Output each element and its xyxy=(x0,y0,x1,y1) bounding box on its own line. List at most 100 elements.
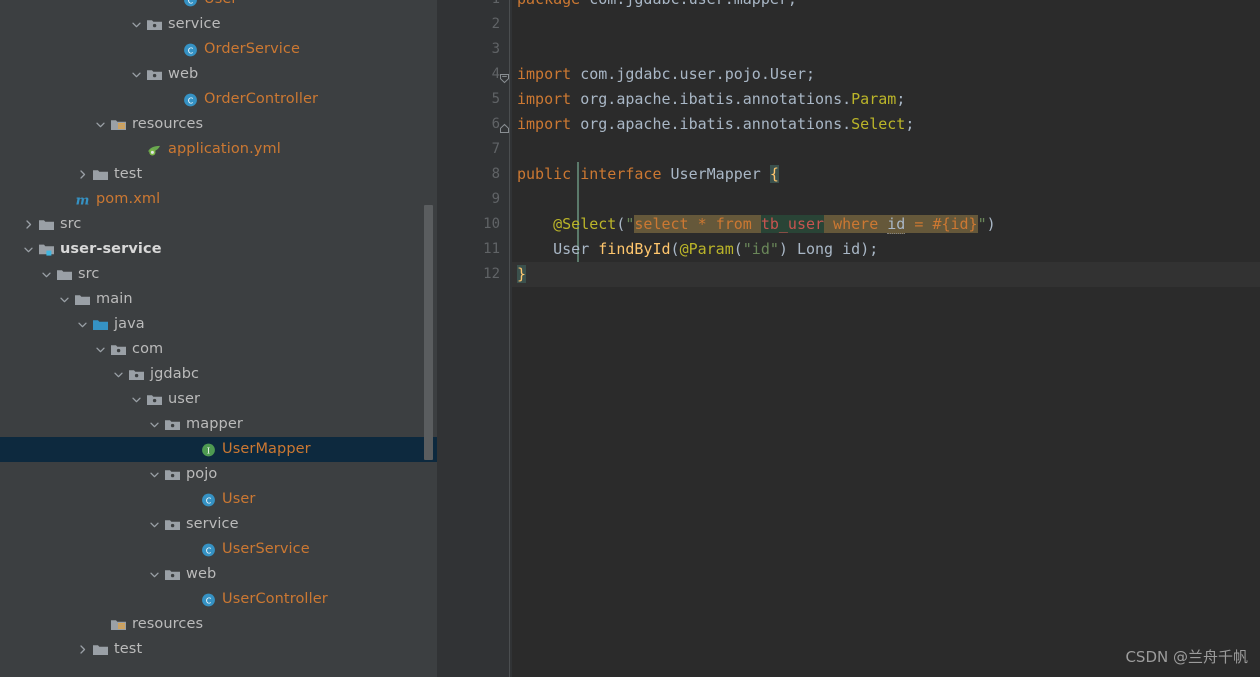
code-line-1[interactable]: package com.jgdabc.user.mapper; xyxy=(512,0,1260,12)
chevron-down-icon[interactable] xyxy=(94,343,107,356)
svg-text:m: m xyxy=(76,193,90,208)
package-icon xyxy=(146,392,163,408)
tree-node-label: UserService xyxy=(222,541,310,557)
token-keyword: import xyxy=(517,115,572,133)
tree-node-pojo[interactable]: pojo xyxy=(0,462,437,487)
project-tool-window[interactable]: C User service C OrderService web C OrderContro… xyxy=(0,0,437,677)
tree-node-label: web xyxy=(186,566,217,582)
tree-node-usercontroller[interactable]: C UserController xyxy=(0,587,437,612)
sql-column-id: id xyxy=(887,215,906,234)
chevron-down-icon[interactable] xyxy=(148,518,161,531)
tree-node-label: web xyxy=(168,66,199,82)
tree-node-resources[interactable]: resources xyxy=(0,112,437,137)
token-type-name: UserMapper xyxy=(670,165,761,183)
tree-node-user[interactable]: C User xyxy=(0,0,437,12)
code-content[interactable]: package com.jgdabc.user.mapper; import c… xyxy=(512,0,1260,677)
folder-icon xyxy=(92,642,109,658)
tree-node-src[interactable]: src xyxy=(0,262,437,287)
tree-node-web[interactable]: web xyxy=(0,62,437,87)
tree-node-label: mapper xyxy=(186,416,243,432)
token-annotation: @Select xyxy=(553,215,617,233)
chevron-down-icon[interactable] xyxy=(76,318,89,331)
code-editor[interactable]: 123456789101112 package com.jgdabc.user.… xyxy=(437,0,1260,677)
code-line-12[interactable]: } xyxy=(512,262,1260,287)
line-number-1: 1 xyxy=(440,0,500,12)
tree-node-test[interactable]: test xyxy=(0,162,437,187)
tree-node-resources[interactable]: resources xyxy=(0,612,437,637)
tree-node-usermapper[interactable]: I UserMapper xyxy=(0,437,437,462)
line-number-10: 10 xyxy=(483,216,500,232)
code-line-3[interactable] xyxy=(512,37,1260,62)
svg-text:C: C xyxy=(206,496,212,505)
code-line-8[interactable]: public interface UserMapper { xyxy=(512,162,1260,187)
code-line-2[interactable] xyxy=(512,12,1260,37)
class-icon: C xyxy=(200,542,217,558)
tree-node-mapper[interactable]: mapper xyxy=(0,412,437,437)
chevron-down-icon[interactable] xyxy=(130,393,143,406)
tree-node-label: test xyxy=(114,641,143,657)
tree-node-orderservice[interactable]: C OrderService xyxy=(0,37,437,62)
class-icon: C xyxy=(200,492,217,508)
tree-node-label: User xyxy=(222,491,256,507)
tree-node-ordercontroller[interactable]: C OrderController xyxy=(0,87,437,112)
yaml-icon xyxy=(146,142,163,158)
token-type: Long xyxy=(787,240,843,258)
tree-node-main[interactable]: main xyxy=(0,287,437,312)
tree-node-jgdabc[interactable]: jgdabc xyxy=(0,362,437,387)
tree-node-src[interactable]: src xyxy=(0,212,437,237)
tree-node-label: user-service xyxy=(60,241,162,257)
chevron-down-icon[interactable] xyxy=(130,18,143,31)
token-method-name: findById xyxy=(598,240,671,258)
sql-table-name: tb_user xyxy=(760,215,825,233)
folder-icon xyxy=(92,167,109,183)
code-line-6[interactable]: import org.apache.ibatis.annotations.Sel… xyxy=(512,112,1260,137)
project-tree-scrollbar[interactable] xyxy=(424,0,435,677)
tree-node-test[interactable]: test xyxy=(0,637,437,662)
tree-node-web[interactable]: web xyxy=(0,562,437,587)
token-class: Param xyxy=(851,90,897,108)
line-number-8: 8 xyxy=(491,166,500,182)
chevron-right-icon[interactable] xyxy=(76,643,89,656)
code-line-7[interactable] xyxy=(512,137,1260,162)
chevron-down-icon[interactable] xyxy=(40,268,53,281)
chevron-down-icon[interactable] xyxy=(94,118,107,131)
tree-node-label: pom.xml xyxy=(96,191,161,207)
chevron-right-icon[interactable] xyxy=(76,168,89,181)
token-keyword: import xyxy=(517,90,572,108)
tree-node-user[interactable]: user xyxy=(0,387,437,412)
module-icon xyxy=(38,242,55,258)
token-keyword: import xyxy=(517,65,572,83)
code-line-9[interactable] xyxy=(512,187,1260,212)
chevron-down-icon[interactable] xyxy=(130,68,143,81)
token-text: ; xyxy=(896,90,906,108)
tree-node-user-service[interactable]: user-service xyxy=(0,237,437,262)
chevron-down-icon[interactable] xyxy=(22,243,35,256)
svg-text:C: C xyxy=(206,596,212,605)
token-text: ; xyxy=(905,115,915,133)
editor-gutter[interactable]: 123456789101112 xyxy=(437,0,512,677)
token-text: org.apache.ibatis.annotations. xyxy=(571,115,852,133)
ide-window: C User service C OrderService web C OrderContro… xyxy=(0,0,1260,677)
tree-node-application-yml[interactable]: application.yml xyxy=(0,137,437,162)
code-line-10[interactable]: @Select("select * from tb_user where id … xyxy=(512,212,1260,237)
tree-node-label: OrderService xyxy=(204,41,300,57)
code-line-4[interactable]: import com.jgdabc.user.pojo.User; xyxy=(512,62,1260,87)
tree-node-service[interactable]: service xyxy=(0,512,437,537)
tree-node-label: com xyxy=(132,341,164,357)
chevron-down-icon[interactable] xyxy=(148,468,161,481)
tree-node-com[interactable]: com xyxy=(0,337,437,362)
tree-node-service[interactable]: service xyxy=(0,12,437,37)
tree-node-userservice[interactable]: C UserService xyxy=(0,537,437,562)
chevron-down-icon[interactable] xyxy=(148,568,161,581)
tree-node-java[interactable]: java xyxy=(0,312,437,337)
code-line-5[interactable]: import org.apache.ibatis.annotations.Par… xyxy=(512,87,1260,112)
tree-node-pom-xml[interactable]: m pom.xml xyxy=(0,187,437,212)
tree-node-user[interactable]: C User xyxy=(0,487,437,512)
chevron-down-icon[interactable] xyxy=(58,293,71,306)
code-line-11[interactable]: User findById(@Param("id") Long id); xyxy=(512,237,1260,262)
tree-node-label: main xyxy=(96,291,133,307)
project-tree-scrollbar-thumb[interactable] xyxy=(424,205,433,460)
chevron-down-icon[interactable] xyxy=(112,368,125,381)
chevron-right-icon[interactable] xyxy=(22,218,35,231)
chevron-down-icon[interactable] xyxy=(148,418,161,431)
